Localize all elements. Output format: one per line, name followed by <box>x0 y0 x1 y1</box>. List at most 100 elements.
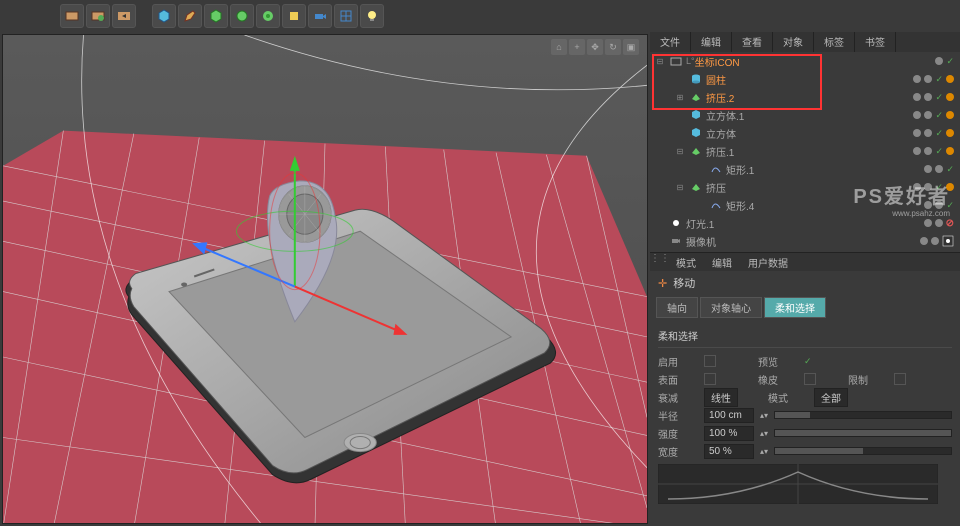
right-panel: 文件 编辑 查看 对象 标签 书签 ⊟ L° 坐标ICON ✓ 圆柱 ✓ <box>650 32 960 526</box>
strength-slider[interactable] <box>774 429 952 437</box>
tree-row-cylinder[interactable]: 圆柱 ✓ <box>650 70 960 88</box>
sub-tab-objectaxis[interactable]: 对象轴心 <box>700 297 762 318</box>
obj-tab-bookmarks[interactable]: 书签 <box>855 32 896 52</box>
width-input[interactable] <box>704 444 754 459</box>
tree-label: 摄像机 <box>686 234 920 249</box>
tree-row-light[interactable]: 灯光 ✓ <box>650 250 960 252</box>
render-btn[interactable] <box>60 4 84 28</box>
deformer-btn[interactable] <box>204 4 228 28</box>
attr-tab-edit[interactable]: 编辑 <box>704 253 740 271</box>
limit-checkbox[interactable] <box>894 373 906 385</box>
scene-render <box>3 35 647 524</box>
cube-btn[interactable] <box>152 4 176 28</box>
expand-icon[interactable]: ⊞ <box>674 91 686 103</box>
spline-icon <box>709 162 723 176</box>
viewport-home-icon[interactable]: ⌂ <box>551 39 567 55</box>
tree-label: 圆柱 <box>706 72 913 87</box>
obj-tab-file[interactable]: 文件 <box>650 32 691 52</box>
mode-dropdown[interactable]: 全部 <box>814 388 848 407</box>
preview-checkbox[interactable]: ✓ <box>804 356 812 367</box>
cylinder-icon <box>689 72 703 86</box>
strength-label: 强度 <box>658 426 698 441</box>
object-manager-tabs: 文件 编辑 查看 对象 标签 书签 <box>650 32 960 52</box>
render-region-btn[interactable] <box>86 4 110 28</box>
obj-tab-tags[interactable]: 标签 <box>814 32 855 52</box>
watermark: PS爱好者 www.psahz.com <box>853 180 950 218</box>
radius-label: 半径 <box>658 408 698 423</box>
extrude-icon <box>689 90 703 104</box>
strength-input[interactable] <box>704 426 754 441</box>
obj-tab-edit[interactable]: 编辑 <box>691 32 732 52</box>
extrude-icon <box>689 144 703 158</box>
attr-section: 柔和选择 启用 预览 ✓ 表面 橡皮 限制 <box>650 320 960 511</box>
tree-row-extrude2[interactable]: ⊞ 挤压.2 ✓ <box>650 88 960 106</box>
rubber-label: 橡皮 <box>758 372 798 387</box>
render-settings-btn[interactable] <box>112 4 136 28</box>
tree-label: 灯光 <box>686 252 907 253</box>
cube-icon <box>689 108 703 122</box>
enable-label: 启用 <box>658 354 698 369</box>
grid-btn[interactable] <box>334 4 358 28</box>
spline-icon <box>709 198 723 212</box>
tree-label: 坐标ICON <box>695 54 936 69</box>
attr-tool-title: ✛ 移动 <box>650 271 960 295</box>
surface-label: 表面 <box>658 372 698 387</box>
tree-row-camera[interactable]: 摄像机 <box>650 232 960 250</box>
pen-btn[interactable] <box>178 4 202 28</box>
viewport-full-icon[interactable]: ▣ <box>623 39 639 55</box>
attr-tab-userdata[interactable]: 用户数据 <box>740 253 796 271</box>
obj-tab-object[interactable]: 对象 <box>773 32 814 52</box>
attr-tab-mode[interactable]: 模式 <box>668 253 704 271</box>
camera-icon <box>669 234 683 248</box>
radius-slider[interactable] <box>774 411 952 419</box>
section-header: 柔和选择 <box>658 324 952 348</box>
falloff-dropdown[interactable]: 线性 <box>704 388 738 407</box>
lightbulb-btn[interactable] <box>360 4 384 28</box>
tree-label: 矩形.1 <box>726 162 924 177</box>
main-toolbar <box>0 0 960 32</box>
expand-icon[interactable]: ⊟ <box>674 145 686 157</box>
tree-label: 挤压.1 <box>706 144 913 159</box>
surface-checkbox[interactable] <box>704 373 716 385</box>
tree-row-extrude1[interactable]: ⊟ 挤压.1 ✓ <box>650 142 960 160</box>
tree-row-rect1[interactable]: 矩形.1 ✓ <box>650 160 960 178</box>
viewport-rotate-icon[interactable]: ↻ <box>605 39 621 55</box>
mode-label: 模式 <box>768 390 808 405</box>
tree-row-null[interactable]: ⊟ L° 坐标ICON ✓ <box>650 52 960 70</box>
enable-checkbox[interactable] <box>704 355 716 367</box>
light-icon <box>669 216 683 230</box>
camera-btn[interactable] <box>308 4 332 28</box>
viewport-pan-icon[interactable]: ✥ <box>587 39 603 55</box>
tree-label: 立方体.1 <box>706 108 913 123</box>
attr-sub-tabs: 轴向 对象轴心 柔和选择 <box>650 295 960 320</box>
null-icon <box>669 54 683 68</box>
tree-label: 挤压.2 <box>706 90 913 105</box>
cube-icon <box>689 126 703 140</box>
obj-tab-view[interactable]: 查看 <box>732 32 773 52</box>
width-slider[interactable] <box>774 447 952 455</box>
falloff-label: 衰减 <box>658 390 698 405</box>
expand-icon[interactable]: ⊟ <box>674 181 686 193</box>
falloff-curve[interactable] <box>658 464 938 504</box>
tree-row-cube[interactable]: 立方体 ✓ <box>650 124 960 142</box>
radius-input[interactable] <box>704 408 754 423</box>
tree-row-cube1[interactable]: 立方体.1 ✓ <box>650 106 960 124</box>
attribute-manager: ⋮⋮ 模式 编辑 用户数据 ✛ 移动 轴向 对象轴心 柔和选择 柔和选择 启用 <box>650 252 960 526</box>
rubber-checkbox[interactable] <box>804 373 816 385</box>
sub-tab-softselect[interactable]: 柔和选择 <box>764 297 826 318</box>
light-btn[interactable] <box>282 4 306 28</box>
viewport[interactable]: ⌂ + ✥ ↻ ▣ <box>2 34 648 524</box>
scene-btn[interactable] <box>256 4 280 28</box>
viewport-controls: ⌂ + ✥ ↻ ▣ <box>551 39 639 55</box>
expand-icon <box>674 73 686 85</box>
expand-icon[interactable]: ⊟ <box>654 55 666 67</box>
preview-label: 预览 <box>758 354 798 369</box>
tree-label: 立方体 <box>706 126 913 141</box>
watermark-text: PS爱好者 <box>853 180 950 209</box>
object-manager[interactable]: ⊟ L° 坐标ICON ✓ 圆柱 ✓ ⊞ 挤压.2 ✓ 立方体. <box>650 52 960 252</box>
attr-manager-tabs: ⋮⋮ 模式 编辑 用户数据 <box>650 253 960 271</box>
sub-tab-axis[interactable]: 轴向 <box>656 297 698 318</box>
extrude-icon <box>689 180 703 194</box>
viewport-zoom-icon[interactable]: + <box>569 39 585 55</box>
generator-btn[interactable] <box>230 4 254 28</box>
